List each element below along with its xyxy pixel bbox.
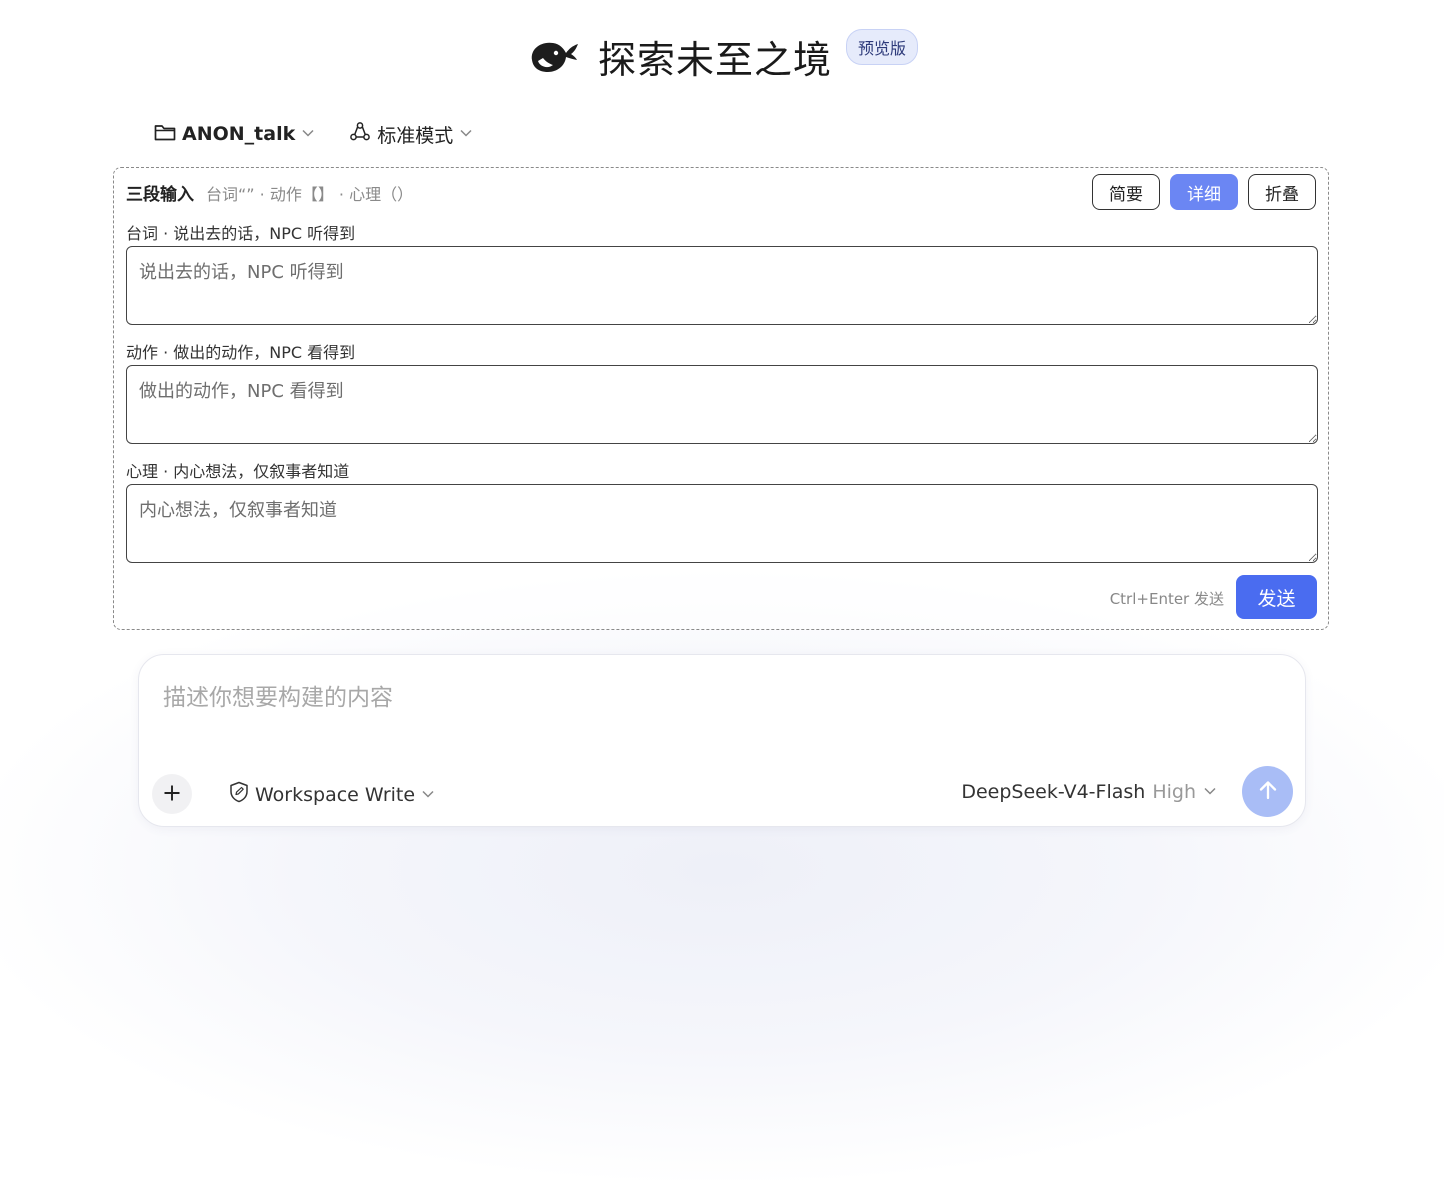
- chevron-down-icon: [421, 784, 435, 806]
- mode-label: 标准模式: [377, 124, 454, 147]
- app-title: 探索未至之境: [597, 37, 832, 82]
- panel-header: 三段输入 台词“” · 动作【】 · 心理（）: [126, 180, 413, 205]
- workspace-permission-selector[interactable]: Workspace Write: [229, 781, 435, 808]
- thought-label: 心理 · 内心想法，仅叙事者知道: [126, 462, 350, 481]
- background-glow: [0, 560, 1444, 1180]
- prompt-input[interactable]: [161, 677, 1285, 719]
- folder-icon: [154, 123, 176, 146]
- chevron-down-icon: [301, 123, 315, 145]
- chevron-down-icon: [459, 123, 473, 145]
- project-selector[interactable]: ANON_talk: [154, 123, 315, 146]
- mode-selector[interactable]: 标准模式: [349, 121, 473, 148]
- panel-title: 三段输入: [126, 185, 194, 205]
- mode-brief-button[interactable]: 简要: [1092, 174, 1160, 210]
- add-attachment-button[interactable]: [152, 774, 192, 814]
- panel-hint: 台词“” · 动作【】 · 心理（）: [206, 185, 414, 204]
- action-label: 动作 · 做出的动作，NPC 看得到: [126, 343, 356, 362]
- send-button[interactable]: 发送: [1236, 575, 1317, 619]
- whale-icon: [526, 36, 580, 76]
- workspace-label: Workspace Write: [255, 783, 416, 806]
- dialogue-label: 台词 · 说出去的话，NPC 听得到: [126, 224, 356, 243]
- project-label: ANON_talk: [182, 123, 296, 145]
- cycle-icon: [349, 121, 371, 148]
- arrow-up-icon: [1256, 778, 1280, 805]
- composer: Workspace Write DeepSeek-V4-Flash High: [138, 654, 1306, 827]
- view-mode-group: 简要 详细 折叠: [1092, 174, 1316, 210]
- model-selector[interactable]: DeepSeek-V4-Flash High: [961, 781, 1217, 803]
- thought-input[interactable]: [126, 484, 1318, 563]
- reasoning-level: High: [1152, 781, 1196, 803]
- three-part-input-panel: 三段输入 台词“” · 动作【】 · 心理（） 简要 详细 折叠 台词 · 说出…: [113, 167, 1329, 630]
- app-header: 探索未至之境 预览版: [0, 28, 1444, 84]
- action-input[interactable]: [126, 365, 1318, 444]
- mode-collapse-button[interactable]: 折叠: [1248, 174, 1316, 210]
- mode-detail-button[interactable]: 详细: [1170, 174, 1238, 210]
- plus-icon: [162, 783, 182, 806]
- submit-button[interactable]: [1242, 766, 1293, 817]
- shield-edit-icon: [229, 781, 249, 808]
- chevron-down-icon: [1203, 781, 1217, 803]
- send-shortcut-hint: Ctrl+Enter 发送: [1109, 590, 1224, 608]
- model-name: DeepSeek-V4-Flash: [961, 781, 1146, 803]
- dialogue-input[interactable]: [126, 246, 1318, 325]
- preview-badge: 预览版: [846, 29, 919, 65]
- top-toolbar: ANON_talk 标准模式: [154, 118, 473, 150]
